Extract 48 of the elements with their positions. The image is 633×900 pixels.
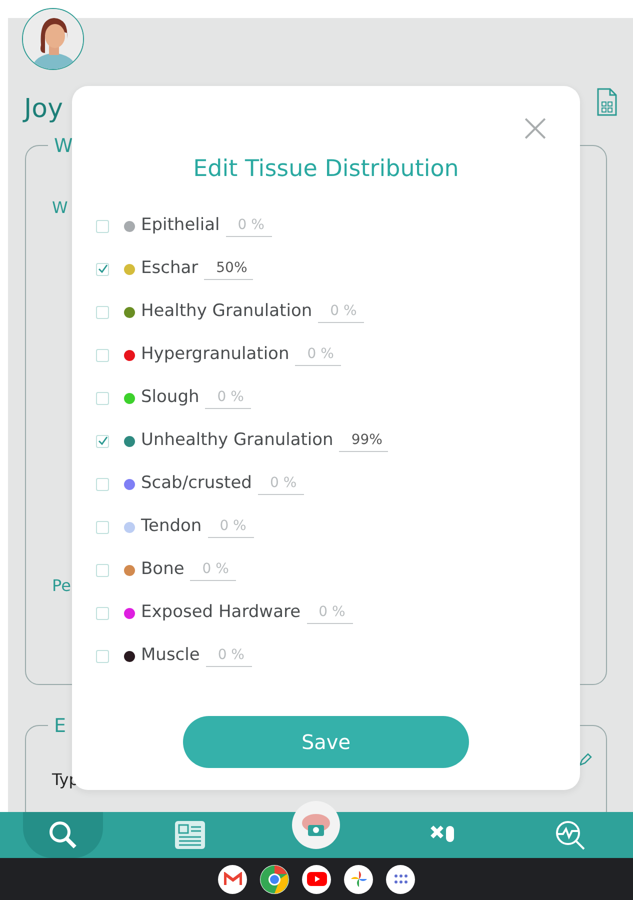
field-label: W [52,197,68,219]
tissue-label: Scab/crusted [141,472,252,496]
tissue-label: Exposed Hardware [141,601,301,624]
checkbox[interactable] [96,564,109,576]
patient-name: Joy [24,93,63,126]
pencil-icon[interactable] [578,753,592,767]
checkbox[interactable] [96,220,109,232]
tissue-label: Bone [141,558,184,582]
pinwheel-icon[interactable] [344,864,373,894]
tissue-label: Slough [141,386,200,410]
percent-field[interactable]: 50% [204,258,254,280]
camera-icon [302,814,330,836]
checkbox[interactable] [96,478,109,490]
tissue-label: Healthy Granulation [141,300,312,324]
tissue-label: Eschar [141,257,198,280]
checkbox[interactable] [96,606,109,620]
dialog-title: Edit Tissue Distribution [192,155,460,184]
save-button[interactable]: Save [183,716,469,768]
percent-field[interactable]: 0 % [208,516,254,538]
percent-field[interactable]: 0 % [226,215,272,237]
percent-field[interactable]: 0 % [258,473,304,495]
percent-field[interactable]: 0 % [295,344,342,366]
field-label: Pe [52,575,71,597]
browser-icon[interactable] [260,864,289,894]
percent-field[interactable]: 99% [339,430,388,452]
checkbox[interactable] [96,520,109,534]
mail-icon[interactable] [218,864,247,894]
percent-field[interactable]: 0 % [206,645,252,667]
percent-field[interactable]: 0 % [205,387,252,409]
checkbox[interactable] [96,306,109,318]
checkbox[interactable] [96,650,109,662]
tissue-label: Muscle [141,644,200,668]
search-icon[interactable] [23,812,104,858]
percent-field[interactable]: 0 % [318,301,364,323]
tissue-label: Unhealthy Granulation [141,429,334,452]
checkbox[interactable] [96,262,109,276]
tissue-label: Tendon [141,515,202,538]
close-button[interactable]: × [514,110,556,146]
percent-field[interactable]: 0 % [190,559,236,581]
checkbox[interactable] [96,434,109,448]
tissue-label: Hypergranulation [141,343,290,366]
video-icon[interactable] [302,864,331,894]
document-icon[interactable] [596,88,618,116]
checkbox[interactable] [96,392,109,404]
checkbox[interactable] [96,348,109,362]
app-grid-icon[interactable] [386,864,415,894]
percent-field[interactable]: 0 % [306,602,353,624]
tissue-label: Epithelial [141,214,220,238]
